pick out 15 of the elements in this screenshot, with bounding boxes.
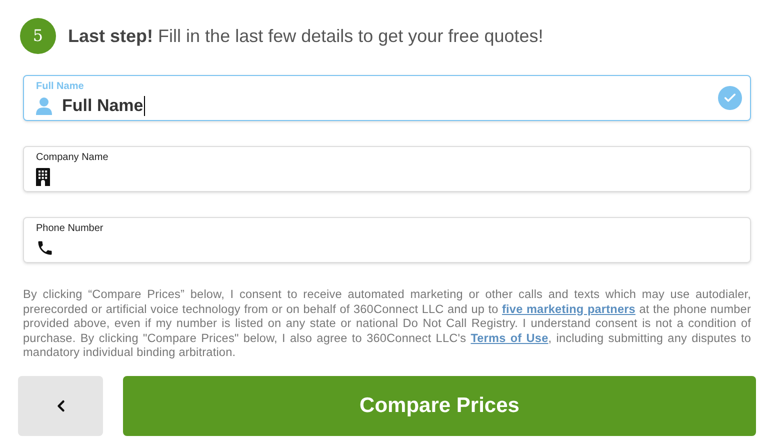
step-number-badge: 5 — [20, 18, 56, 54]
input-field[interactable]: Full Name Full Name — [23, 75, 751, 121]
building-icon — [36, 168, 50, 186]
field-label: Company Name — [36, 152, 110, 164]
input-field[interactable]: Company Name — [23, 146, 751, 192]
input-field[interactable]: Phone Number — [23, 217, 751, 263]
field-label: Phone Number — [36, 222, 104, 234]
consent-paragraph: By clicking “Compare Prices” below, I consent to receive automated marketing or other calls and texts which may use autodialer, prerecorded or artificial voice technology from or on behalf of 360Connect LLC and up to five marketing partners at the phone number provided above, even if my number is listed on any state or national Do Not Call Registry. I understand consent is not a condition of purchase. By clicking "Compare Prices" below, I also agree to 360Connect LLC's Terms of Use, including submitting any disputes to mandatory individual binding arbitration. — [23, 287, 751, 360]
phone-icon — [36, 238, 54, 256]
person-icon — [36, 96, 52, 114]
back-button[interactable] — [18, 376, 103, 436]
field-value: Full Name — [62, 96, 146, 116]
step-title: Last step! Fill in the last few details to get your free quotes! — [68, 24, 544, 48]
field-label: Full Name — [36, 80, 85, 92]
check-icon — [718, 86, 742, 110]
